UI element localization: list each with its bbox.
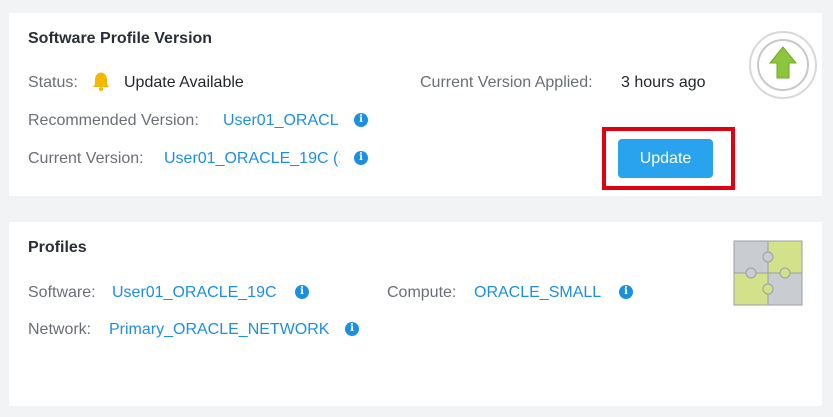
- upgrade-arrow-icon: [749, 31, 817, 99]
- recommended-version-label: Recommended Version:: [28, 112, 199, 129]
- compute-label: Compute:: [387, 284, 457, 301]
- current-version-applied-label: Current Version Applied:: [420, 74, 593, 91]
- compute-profile-link[interactable]: ORACLE_SMALL: [474, 284, 614, 302]
- software-label: Software:: [28, 284, 96, 301]
- recommended-version-link[interactable]: User01_ORACLE_19C: [223, 112, 339, 130]
- update-button-highlight: [602, 127, 735, 190]
- current-version-label: Current Version:: [28, 150, 144, 167]
- software-info-icon[interactable]: i: [295, 285, 309, 299]
- software-profile-version-title: Software Profile Version: [28, 30, 213, 47]
- status-label: Status:: [28, 74, 78, 91]
- profiles-title: Profiles: [28, 239, 87, 256]
- recommended-version-info-icon[interactable]: i: [354, 113, 368, 127]
- network-label: Network:: [28, 321, 92, 338]
- network-info-icon[interactable]: i: [345, 322, 359, 336]
- current-version-info-icon[interactable]: i: [354, 151, 368, 165]
- current-version-link[interactable]: User01_ORACLE_19C (1.0): [164, 150, 340, 168]
- network-profile-link[interactable]: Primary_ORACLE_NETWORK: [109, 321, 331, 339]
- profiles-card: Profiles Software: User01_ORACLE_19C i C…: [9, 222, 822, 406]
- puzzle-icon: [733, 240, 803, 306]
- software-profile-link[interactable]: User01_ORACLE_19C: [112, 284, 287, 302]
- status-value: Update Available: [124, 74, 244, 91]
- compute-info-icon[interactable]: i: [619, 285, 633, 299]
- current-version-applied-value: 3 hours ago: [621, 74, 706, 91]
- bell-icon: [93, 71, 109, 91]
- software-profile-version-card: Software Profile Version Status: Update …: [9, 13, 822, 196]
